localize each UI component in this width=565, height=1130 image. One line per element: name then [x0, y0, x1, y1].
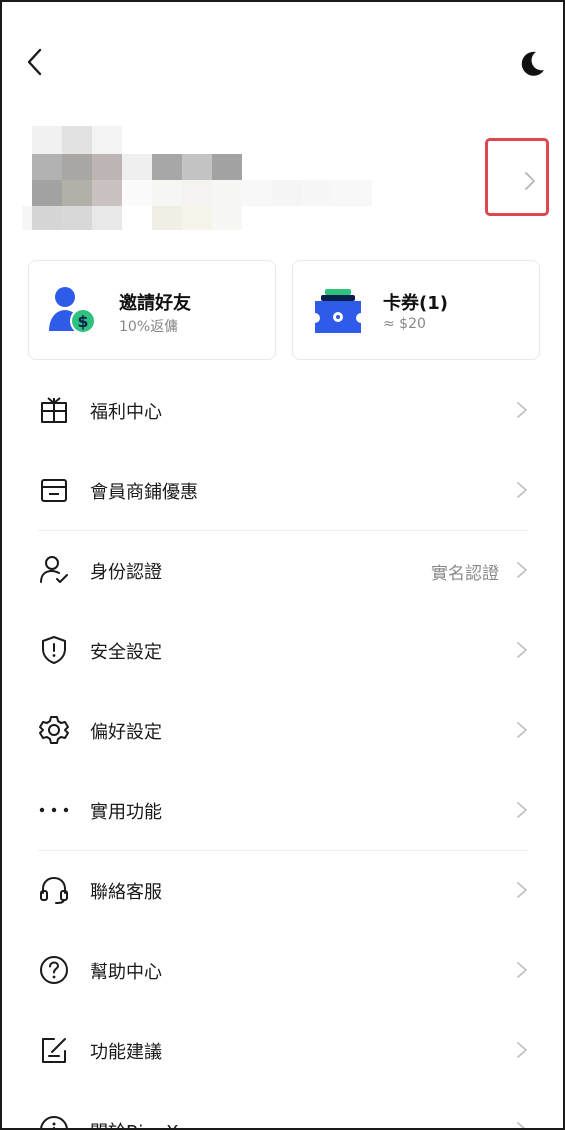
coupon-card[interactable]: 卡券(1) ≈ $20 — [292, 260, 540, 360]
menu-item-label: 福利中心 — [90, 402, 162, 423]
chevron-right-icon — [514, 878, 530, 902]
menu-item-contact-support[interactable]: 聯絡客服 — [2, 850, 563, 930]
menu-item-label: 實用功能 — [90, 802, 162, 823]
chevron-left-icon[interactable] — [22, 44, 52, 80]
invite-friend-icon: $ — [47, 283, 101, 339]
app-screen: $ 邀請好友 10%返傭 卡券(1) ≈ $20 福利中心 會員商鋪優惠 身份認… — [0, 0, 565, 1130]
info-icon — [38, 1114, 70, 1128]
gear-icon — [38, 714, 70, 746]
store-icon — [38, 474, 70, 506]
menu-item-label: 幫助中心 — [90, 962, 162, 983]
menu-item-about-bingx[interactable]: 關於BingX — [2, 1090, 563, 1128]
menu-item-help-center[interactable]: 幫助中心 — [2, 930, 563, 1010]
chevron-right-icon — [514, 1038, 530, 1062]
menu-item-security-settings[interactable]: 安全設定 — [2, 610, 563, 690]
chevron-right-icon — [514, 478, 530, 502]
menu-item-label: 偏好設定 — [90, 722, 162, 743]
menu-item-identity-verification[interactable]: 身份認證 實名認證 — [2, 530, 563, 610]
menu-item-label: 會員商鋪優惠 — [90, 482, 198, 503]
chevron-right-icon — [514, 718, 530, 742]
menu-item-label: 身份認證 — [90, 562, 162, 583]
menu-item-label: 功能建議 — [90, 1042, 162, 1063]
profile-redacted[interactable] — [22, 126, 382, 230]
svg-text:$: $ — [77, 312, 88, 331]
card-title: 邀請好友 — [119, 293, 191, 314]
chevron-right-icon — [514, 958, 530, 982]
top-bar — [2, 2, 563, 122]
chevron-right-icon — [514, 638, 530, 662]
redacted-avatar-and-name — [22, 126, 372, 230]
menu-item-welfare-center[interactable]: 福利中心 — [2, 370, 563, 450]
menu-item-feature-suggestions[interactable]: 功能建議 — [2, 1010, 563, 1090]
invite-friends-card[interactable]: $ 邀請好友 10%返傭 — [28, 260, 276, 360]
menu-item-label: 安全設定 — [90, 642, 162, 663]
card-subtitle: 10%返傭 — [119, 319, 179, 335]
chevron-right-icon[interactable] — [520, 168, 540, 194]
headset-icon — [38, 874, 70, 906]
menu-item-label: 關於BingX — [90, 1118, 179, 1128]
edit-icon — [38, 1034, 70, 1066]
menu-item-preferences[interactable]: 偏好設定 — [2, 690, 563, 770]
moon-icon[interactable] — [516, 48, 548, 80]
chevron-right-icon — [514, 558, 530, 582]
chevron-right-icon — [514, 398, 530, 422]
shield-icon — [38, 634, 70, 666]
help-icon — [38, 954, 70, 986]
chevron-right-icon — [514, 798, 530, 822]
menu-item-label: 聯絡客服 — [90, 882, 162, 903]
settings-menu: 福利中心 會員商鋪優惠 身份認證 實名認證 安全設定 偏好設定 實用功能 聯絡客… — [2, 370, 563, 1128]
gift-icon — [38, 394, 70, 426]
chevron-right-icon — [514, 1118, 530, 1128]
user-verify-icon — [38, 554, 70, 586]
menu-item-member-store[interactable]: 會員商鋪優惠 — [2, 450, 563, 530]
menu-item-utilities[interactable]: 實用功能 — [2, 770, 563, 850]
verification-status: 實名認證 — [431, 564, 499, 584]
card-title: 卡券(1) — [383, 293, 448, 314]
coupon-icon — [311, 283, 365, 339]
more-dots-icon — [38, 794, 70, 826]
card-subtitle: ≈ $20 — [383, 316, 426, 332]
